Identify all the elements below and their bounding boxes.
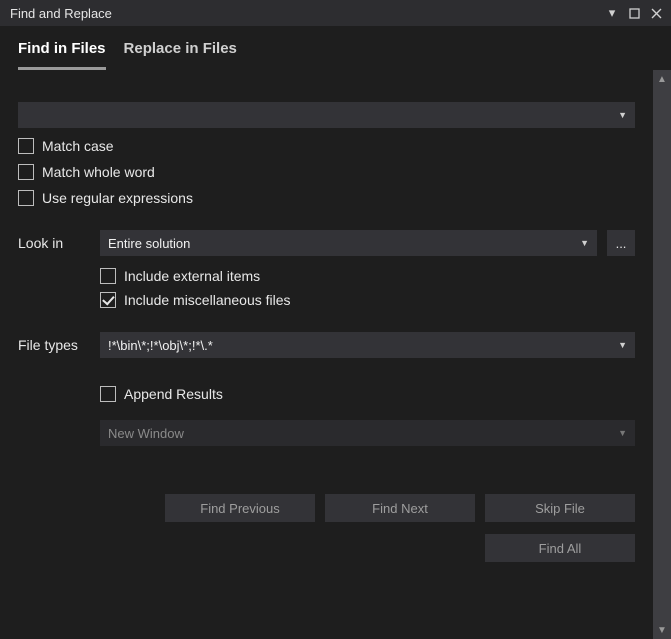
look-in-select[interactable]: Entire solution ▼ — [100, 230, 597, 256]
window-controls: ▾ — [605, 6, 663, 20]
chevron-down-icon: ▼ — [618, 428, 627, 438]
match-whole-word-label[interactable]: Match whole word — [42, 164, 155, 180]
skip-file-button[interactable]: Skip File — [485, 494, 635, 522]
match-case-label[interactable]: Match case — [42, 138, 114, 154]
scrollbar[interactable]: ▲ ▼ — [653, 70, 671, 639]
maximize-icon[interactable] — [627, 6, 641, 20]
titlebar: Find and Replace ▾ — [0, 0, 671, 26]
include-misc-checkbox[interactable] — [100, 292, 116, 308]
tab-bar: Find in Files Replace in Files — [0, 26, 671, 70]
chevron-down-icon: ▼ — [618, 340, 627, 350]
include-external-checkbox[interactable] — [100, 268, 116, 284]
file-types-value: !*\bin\*;!*\obj\*;!*\.* — [108, 338, 213, 353]
include-external-label[interactable]: Include external items — [124, 268, 260, 284]
look-in-value: Entire solution — [108, 236, 190, 251]
match-whole-word-checkbox[interactable] — [18, 164, 34, 180]
use-regex-checkbox[interactable] — [18, 190, 34, 206]
append-results-label[interactable]: Append Results — [124, 386, 223, 402]
chevron-down-icon: ▼ — [580, 238, 589, 248]
browse-button[interactable]: ... — [607, 230, 635, 256]
append-results-checkbox[interactable] — [100, 386, 116, 402]
scroll-up-icon[interactable]: ▲ — [653, 70, 671, 88]
include-misc-label[interactable]: Include miscellaneous files — [124, 292, 291, 308]
look-in-label: Look in — [18, 235, 90, 251]
match-case-checkbox[interactable] — [18, 138, 34, 154]
chevron-down-icon: ▼ — [618, 110, 627, 120]
search-term-input[interactable]: ▼ — [18, 102, 635, 128]
find-previous-button[interactable]: Find Previous — [165, 494, 315, 522]
find-all-button[interactable]: Find All — [485, 534, 635, 562]
tab-replace-in-files[interactable]: Replace in Files — [124, 40, 237, 70]
find-next-button[interactable]: Find Next — [325, 494, 475, 522]
results-destination-select[interactable]: New Window ▼ — [100, 420, 635, 446]
tab-find-in-files[interactable]: Find in Files — [18, 40, 106, 70]
file-types-input[interactable]: !*\bin\*;!*\obj\*;!*\.* ▼ — [100, 332, 635, 358]
content-area: ▼ Match case Match whole word Use regula… — [0, 70, 671, 639]
window-dropdown-icon[interactable]: ▾ — [605, 6, 619, 20]
use-regex-label[interactable]: Use regular expressions — [42, 190, 193, 206]
file-types-label: File types — [18, 337, 90, 353]
results-destination-value: New Window — [108, 426, 184, 441]
close-icon[interactable] — [649, 6, 663, 20]
window-title: Find and Replace — [10, 6, 112, 21]
ellipsis-icon: ... — [616, 236, 627, 251]
scroll-down-icon[interactable]: ▼ — [653, 621, 671, 639]
